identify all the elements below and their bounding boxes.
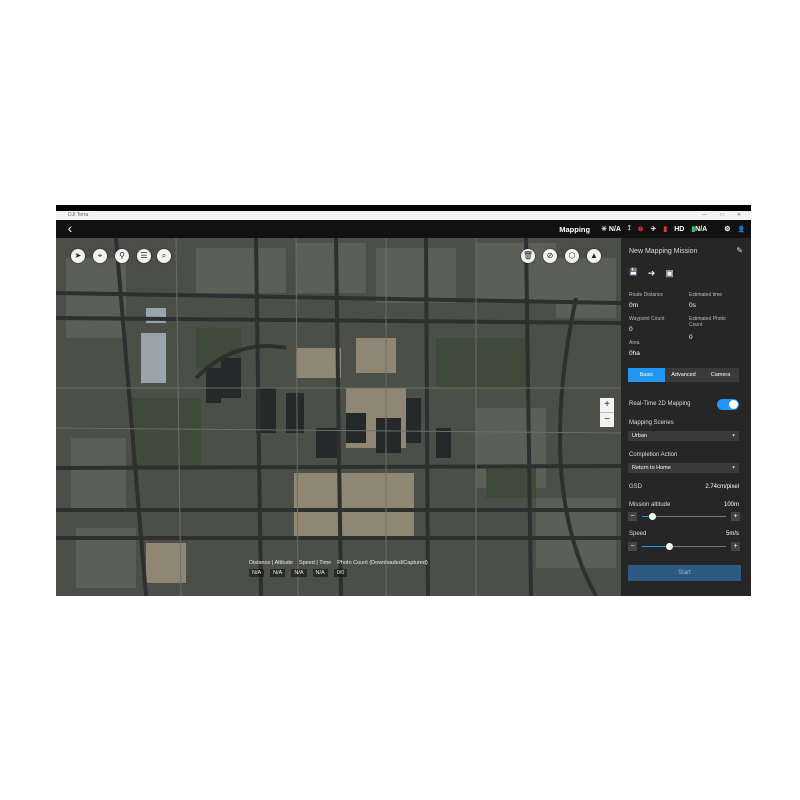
window-titlebar: DJI Terra — □ ✕ [56, 211, 751, 220]
import-icon[interactable]: ▣ [665, 268, 674, 279]
speed-slider[interactable]: − + [628, 542, 740, 552]
compass-icon[interactable]: ➤ [71, 249, 85, 263]
mission-panel: New Mapping Mission ✎ 💾 ➜ ▣ Route Distan… [621, 238, 751, 596]
locate-icon[interactable]: ⌖ [93, 249, 107, 263]
speed-decrease-button[interactable]: − [628, 542, 637, 551]
speed-increase-button[interactable]: + [731, 542, 740, 551]
layers-icon[interactable]: ☰ [137, 249, 151, 263]
zoom-out-button[interactable]: − [600, 413, 614, 427]
status-group: Mapping ✳ N/A ⟟ ⊗ ✈ ▮ HD ▮N/A ⚙ 👤 [559, 220, 745, 238]
map-pin-icon[interactable]: ⚲ [115, 249, 129, 263]
drone-icon: ✈ [650, 226, 657, 233]
search-icon[interactable]: ⌕ [157, 249, 171, 263]
area-value: 0ha [629, 350, 640, 357]
battery-status: ▮N/A [691, 225, 707, 233]
area-label: Area [629, 340, 640, 346]
window-title: DJI Terra [68, 212, 89, 218]
waypoint-count-label: Waypoint Count [629, 316, 665, 322]
altitude-slider[interactable]: − + [628, 512, 740, 522]
estimated-time-value: 0s [689, 302, 696, 309]
completion-action-label: Completion Action [629, 452, 678, 458]
completion-action-select[interactable]: Return to Home ▾ [628, 463, 739, 473]
navigation-icon[interactable]: ▲ [587, 249, 601, 263]
clear-route-icon[interactable]: ⊘ [543, 249, 557, 263]
back-icon[interactable]: ‹ [60, 220, 80, 238]
realtime-mapping-toggle[interactable] [717, 399, 739, 410]
drone-position-icon[interactable]: ⬡ [565, 249, 579, 263]
route-distance-label: Route Distance [629, 292, 664, 298]
video-signal-bars: ▮ [663, 226, 668, 233]
chevron-down-icon: ▾ [732, 465, 735, 471]
panel-title: New Mapping Mission [629, 248, 698, 255]
top-status-bar: ‹ Mapping ✳ N/A ⟟ ⊗ ✈ ▮ HD ▮N/A ⚙ 👤 [56, 220, 751, 238]
stats-time-value: N/A [312, 569, 328, 577]
mission-altitude-value: 100m [723, 502, 739, 508]
photo-count-value: 0 [689, 334, 693, 341]
mode-label: Mapping [559, 224, 591, 234]
mapping-scenes-select[interactable]: Urban ▾ [628, 431, 739, 441]
mission-altitude-label: Mission altitude [629, 502, 671, 508]
hd-label: HD [674, 225, 685, 233]
speed-value: 5m/s [725, 531, 739, 537]
satellite-icon: ✳ [601, 226, 607, 233]
window-controls[interactable]: — □ ✕ [702, 211, 747, 220]
zoom-in-button[interactable]: + [600, 398, 614, 413]
tab-advanced[interactable]: Advanced [665, 368, 702, 382]
altitude-increase-button[interactable]: + [731, 512, 740, 521]
completion-action-value: Return to Home [632, 465, 671, 471]
export-icon[interactable]: ➜ [648, 268, 656, 279]
start-button[interactable]: Start [628, 565, 741, 581]
mapping-scenes-label: Mapping Scenes [629, 420, 674, 426]
chevron-down-icon: ▾ [732, 433, 735, 439]
stats-altitude-value: N/A [270, 569, 286, 577]
zoom-control: + − [600, 398, 614, 427]
battery-value: N/A [695, 226, 708, 233]
delete-icon[interactable]: 🗑 [521, 249, 535, 263]
edit-icon[interactable]: ✎ [736, 246, 743, 255]
app-window: DJI Terra — □ ✕ ‹ Mapping ✳ N/A ⟟ ⊗ ✈ ▮ … [56, 205, 751, 596]
gps-status: ✳ N/A [601, 225, 621, 233]
satellite-map[interactable]: ➤ ⌖ ⚲ ☰ ⌕ 🗑 ⊘ ⬡ ▲ + − Distance | Altitud… [56, 238, 621, 596]
rc-signal-icon: ⊗ [637, 226, 644, 233]
stats-header-distance: Distance | Altitude [249, 560, 293, 566]
speed-label: Speed [629, 531, 647, 537]
stats-header-speed: Speed | Time [298, 560, 332, 566]
stats-distance-value: N/A [249, 569, 265, 577]
tab-camera[interactable]: Camera [702, 368, 739, 382]
realtime-mapping-label: Real-Time 2D Mapping [629, 401, 691, 407]
route-distance-value: 0m [629, 302, 639, 309]
altitude-decrease-button[interactable]: − [628, 512, 637, 521]
estimated-time-label: Estimated time [689, 292, 723, 298]
map-imagery [56, 238, 621, 596]
stats-header-photos: Photo Count (Downloaded/Captured) [337, 560, 428, 566]
stats-speed-value: N/A [291, 569, 307, 577]
photo-count-label: Estimated Photo Count [689, 316, 726, 328]
save-icon[interactable]: 💾 [629, 268, 638, 279]
panel-actions: 💾 ➜ ▣ [629, 268, 674, 279]
settings-tabs: Basic Advanced Camera [628, 368, 739, 382]
speed-knob[interactable] [666, 543, 674, 550]
tab-basic[interactable]: Basic [628, 368, 665, 382]
stats-photo-value: 0/0 [333, 569, 348, 577]
mapping-scenes-value: Urban [632, 433, 647, 439]
gps-value: N/A [608, 226, 621, 233]
gsd-value: 2.74cm/pixel [705, 484, 739, 490]
user-icon[interactable]: 👤 [738, 226, 745, 233]
flight-stats: Distance | Altitude Speed | Time Photo C… [249, 560, 428, 577]
waypoint-count-value: 0 [629, 326, 633, 333]
signal-icon: ⟟ [627, 225, 631, 232]
altitude-knob[interactable] [649, 513, 657, 520]
settings-icon[interactable]: ⚙ [724, 225, 730, 233]
gsd-label: GSD [629, 484, 643, 490]
